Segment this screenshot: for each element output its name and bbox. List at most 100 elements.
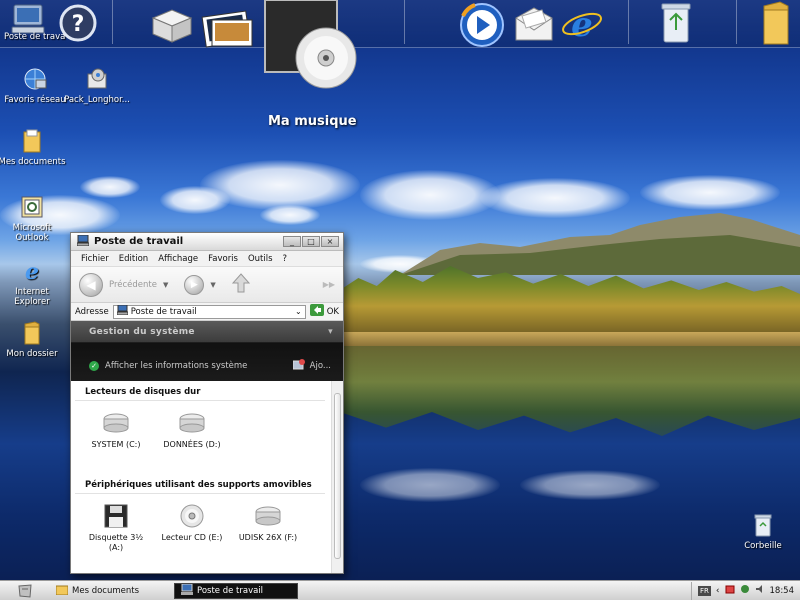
toolbar-overflow-icon[interactable]: ▶▶: [323, 280, 335, 289]
dock-separator: [404, 0, 405, 44]
tray-expand-icon[interactable]: ‹: [716, 586, 720, 596]
menu-help[interactable]: ?: [278, 254, 293, 264]
pictures-icon[interactable]: [198, 10, 258, 48]
back-button-label: Précédente: [109, 279, 157, 290]
drive-item[interactable]: UDISK 26X (F:): [233, 502, 303, 553]
music-cd-icon[interactable]: [264, 0, 364, 92]
package-box-icon[interactable]: [148, 4, 196, 44]
cloud: [80, 176, 140, 198]
system-tasks-header[interactable]: Gestion du système ▾: [71, 321, 343, 343]
check-icon: ✓: [89, 361, 99, 371]
forward-arrow-icon: ▶: [190, 279, 198, 290]
cloud: [260, 205, 320, 225]
mountain-range: [400, 213, 800, 275]
desktop-icon-label: Pack_Longhor...: [64, 95, 130, 105]
clock[interactable]: 18:54: [770, 586, 795, 596]
drive-item[interactable]: Disquette 3½ (A:): [81, 502, 151, 553]
menu-edit[interactable]: Edition: [114, 254, 153, 264]
hard-drive-icon: [81, 409, 151, 437]
desktop-icon-internet-explorer[interactable]: e Internet Explorer: [0, 258, 67, 307]
computer-icon: [181, 583, 193, 598]
system-tasks-panel: Gestion du système ▾ ✓ Afficher les info…: [71, 321, 343, 381]
lake-shore-reeds: [340, 332, 800, 346]
drive-label: UDISK 26X (F:): [238, 533, 298, 542]
mail-envelope-icon[interactable]: [512, 4, 556, 44]
help-icon[interactable]: ?: [56, 2, 100, 44]
vertical-scrollbar[interactable]: [331, 381, 343, 573]
window-titlebar[interactable]: Poste de travail _ □ ×: [71, 233, 343, 251]
desktop-icon-network-favorites[interactable]: Favoris réseau: [0, 66, 70, 105]
desktop-icon-my-folder[interactable]: Mon dossier: [0, 320, 67, 359]
floppy-icon: [81, 502, 151, 530]
top-dock: Poste de trava ? Ma musique e: [0, 0, 800, 129]
explorer-content: Lecteurs de disques dur SYSTEM (C:) DONN…: [71, 381, 331, 573]
section-hard-drives-title: Lecteurs de disques dur: [75, 381, 325, 401]
folder-icon: [19, 320, 45, 346]
media-player-icon[interactable]: [456, 3, 508, 47]
computer-icon: [76, 234, 90, 249]
cloud-reflection: [360, 468, 500, 502]
forward-button[interactable]: ▶: [184, 274, 205, 295]
desktop-icon-my-documents[interactable]: Mes documents: [0, 128, 67, 167]
system-tray: FR ‹ 18:54: [691, 581, 800, 600]
taskbar-item-label: Poste de travail: [197, 585, 264, 596]
start-button[interactable]: [0, 582, 50, 600]
taskbar-item-my-documents[interactable]: Mes documents: [50, 583, 170, 599]
forward-history-dropdown[interactable]: ▼: [210, 281, 215, 289]
desktop-icon-label: Favoris réseau: [4, 95, 66, 105]
drive-item[interactable]: DONNÉES (D:): [157, 409, 227, 450]
internet-explorer-icon[interactable]: e: [560, 2, 606, 44]
menu-view[interactable]: Affichage: [153, 254, 203, 264]
drive-item[interactable]: SYSTEM (C:): [81, 409, 151, 450]
desktop-icon-recycle-bin[interactable]: Corbeille: [728, 512, 798, 551]
system-tasks-title: Gestion du système: [89, 327, 195, 337]
add-remove-icon: [292, 359, 305, 373]
network-tray-icon[interactable]: [725, 584, 735, 597]
up-folder-icon[interactable]: [231, 273, 250, 296]
chevron-down-icon[interactable]: ⌄: [295, 307, 302, 316]
menu-bar: Fichier Edition Affichage Favoris Outils…: [71, 251, 343, 267]
cd-drive-icon: [157, 502, 227, 530]
close-button[interactable]: ×: [321, 236, 339, 247]
internet-explorer-icon: e: [19, 258, 45, 284]
back-history-dropdown[interactable]: ▼: [163, 281, 168, 289]
menu-file[interactable]: Fichier: [76, 254, 114, 264]
svg-text:?: ?: [72, 12, 85, 37]
go-button[interactable]: OK: [309, 304, 339, 319]
show-system-info-link[interactable]: Afficher les informations système: [105, 361, 247, 371]
recycle-bin-icon[interactable]: [654, 0, 698, 46]
language-indicator[interactable]: FR: [698, 585, 711, 596]
menu-tools[interactable]: Outils: [243, 254, 278, 264]
drive-label: DONNÉES (D:): [163, 440, 221, 449]
go-button-label: OK: [326, 306, 339, 317]
usb-drive-icon: [233, 502, 303, 530]
collapse-chevron-icon[interactable]: ▾: [328, 327, 333, 337]
drive-item[interactable]: Lecteur CD (E:): [157, 502, 227, 553]
taskbar: Mes documents Poste de travail FR ‹ 18:5…: [0, 580, 800, 600]
drive-label: Lecteur CD (E:): [161, 533, 223, 542]
volume-tray-icon[interactable]: [755, 584, 765, 597]
folder-icon[interactable]: [756, 0, 796, 46]
back-arrow-icon: ◀: [86, 277, 96, 292]
scrollbar-thumb[interactable]: [334, 393, 341, 559]
desktop-icon-outlook[interactable]: Microsoft Outlook: [0, 194, 67, 243]
package-icon: [84, 66, 110, 92]
minimize-button[interactable]: _: [283, 236, 301, 247]
address-label: Adresse: [75, 306, 109, 317]
desktop-icon-pack-longhorn[interactable]: Pack_Longhor...: [62, 66, 132, 105]
explorer-window: Poste de travail _ □ × Fichier Edition A…: [70, 232, 344, 574]
svg-text:e: e: [571, 5, 593, 44]
menu-favorites[interactable]: Favoris: [203, 254, 243, 264]
start-icon: [18, 583, 32, 598]
network-favorites-icon: [22, 66, 48, 92]
taskbar-item-my-computer[interactable]: Poste de travail: [174, 582, 298, 599]
address-input[interactable]: Poste de travail ⌄: [112, 304, 306, 319]
music-label: Ma musique: [268, 114, 357, 129]
recycle-bin-icon: [750, 512, 776, 538]
computer-icon[interactable]: [2, 2, 50, 36]
security-tray-icon[interactable]: [740, 584, 750, 597]
add-remove-programs-link[interactable]: Ajo...: [310, 361, 331, 371]
back-button[interactable]: ◀: [79, 272, 103, 297]
dock-separator: [736, 0, 737, 44]
maximize-button[interactable]: □: [302, 236, 320, 247]
